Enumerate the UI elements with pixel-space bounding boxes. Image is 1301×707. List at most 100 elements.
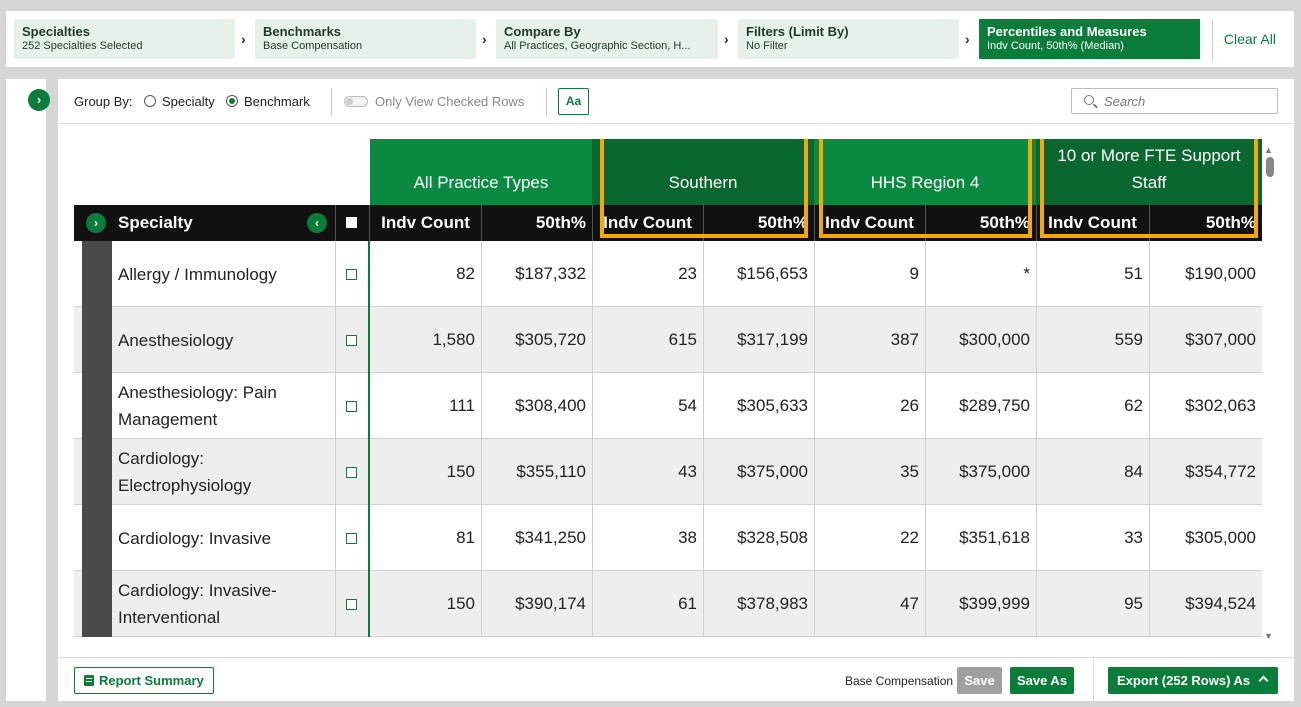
median-cell: $375,000 xyxy=(737,462,808,481)
data-table: All Practice Types Southern HHS Region 4… xyxy=(74,139,1262,644)
indv-count-cell: 35 xyxy=(900,462,919,481)
indv-count-header[interactable]: Indv Count xyxy=(592,205,703,241)
group-by-specialty-label[interactable]: Specialty xyxy=(162,94,215,109)
expand-panel-button[interactable]: › xyxy=(28,89,50,111)
indv-count-cell: 54 xyxy=(678,396,697,415)
indv-count-cell: 38 xyxy=(678,528,697,547)
left-panel: › xyxy=(6,79,50,701)
indv-count-header[interactable]: Indv Count xyxy=(1036,205,1149,241)
row-indicator xyxy=(82,307,112,373)
table-row: Cardiology: Invasive 81 $341,250 38 $328… xyxy=(74,505,1262,571)
indv-count-cell: 62 xyxy=(1124,396,1143,415)
collapse-column-button[interactable]: ‹ xyxy=(307,213,327,233)
row-checkbox[interactable] xyxy=(346,533,357,544)
expand-rows-button[interactable]: › xyxy=(86,213,106,233)
table-toolbar: Group By: Specialty Benchmark Only View … xyxy=(58,79,1294,124)
step-specialties[interactable]: Specialties 252 Specialties Selected xyxy=(14,19,235,59)
indv-count-cell: 9 xyxy=(909,264,919,283)
median-header[interactable]: 50th% xyxy=(1149,205,1262,241)
step-filters[interactable]: Filters (Limit By) No Filter xyxy=(738,19,959,59)
median-cell: $289,750 xyxy=(959,396,1030,415)
font-size-button[interactable]: Aa xyxy=(558,88,589,115)
row-checkbox[interactable] xyxy=(346,401,357,412)
median-header[interactable]: 50th% xyxy=(703,205,814,241)
chevron-left-icon: ‹ xyxy=(315,216,319,230)
column-group-header: Southern xyxy=(592,139,814,205)
step-title: Compare By xyxy=(504,24,581,39)
median-cell: $190,000 xyxy=(1185,264,1256,283)
group-by-benchmark-label[interactable]: Benchmark xyxy=(244,94,310,109)
clear-all-link[interactable]: Clear All xyxy=(1224,31,1276,47)
indv-count-cell: 615 xyxy=(668,330,697,349)
table-header-row: › Specialty ‹ Indv Count 50th% Indv Coun… xyxy=(74,205,1262,241)
indv-count-cell: 95 xyxy=(1124,594,1143,613)
table-row: Anesthesiology: Pain Management 111 $308… xyxy=(74,373,1262,439)
column-group-header: HHS Region 4 xyxy=(814,139,1036,205)
search-box[interactable] xyxy=(1071,88,1278,114)
indv-count-header[interactable]: Indv Count xyxy=(814,205,925,241)
row-indicator xyxy=(82,373,112,439)
chevron-right-icon: › xyxy=(241,31,246,47)
specialty-name: Anesthesiology: Pain Management xyxy=(118,383,277,429)
row-checkbox[interactable] xyxy=(346,335,357,346)
row-checkbox[interactable] xyxy=(346,269,357,280)
benchmark-label: Base Compensation xyxy=(845,674,954,688)
divider xyxy=(546,88,547,116)
chevron-right-icon: › xyxy=(724,31,729,47)
step-compare-by[interactable]: Compare By All Practices, Geographic Sec… xyxy=(496,19,718,59)
table-row: Anesthesiology 1,580 $305,720 615 $317,1… xyxy=(74,307,1262,373)
divider xyxy=(335,373,336,439)
median-cell: $308,400 xyxy=(515,396,586,415)
median-cell: $390,174 xyxy=(515,594,586,613)
median-cell: $305,633 xyxy=(737,396,808,415)
group-by-specialty-radio[interactable] xyxy=(144,95,156,107)
median-header[interactable]: 50th% xyxy=(925,205,1036,241)
main-panel: Group By: Specialty Benchmark Only View … xyxy=(58,79,1294,702)
select-all-checkbox[interactable] xyxy=(346,217,357,228)
step-subtitle: Indv Count, 50th% (Median) xyxy=(987,40,1124,52)
step-subtitle: Base Compensation xyxy=(263,40,363,52)
report-summary-button[interactable]: Report Summary xyxy=(74,667,214,694)
indv-count-cell: 84 xyxy=(1124,462,1143,481)
divider xyxy=(335,571,336,637)
specialty-name: Cardiology: Electrophysiology xyxy=(118,449,252,495)
divider xyxy=(335,241,336,307)
median-header[interactable]: 50th% xyxy=(481,205,592,241)
scroll-down-icon[interactable]: ▼ xyxy=(1264,631,1273,641)
chevron-right-icon: › xyxy=(482,31,487,47)
search-input[interactable] xyxy=(1104,92,1269,110)
median-cell: * xyxy=(1023,264,1030,283)
indv-count-cell: 23 xyxy=(678,264,697,283)
save-as-button[interactable]: Save As xyxy=(1010,667,1074,694)
table-body: Allergy / Immunology 82 $187,332 23 $156… xyxy=(74,241,1262,644)
median-cell: $354,772 xyxy=(1185,462,1256,481)
divider xyxy=(1093,658,1094,702)
group-by-benchmark-radio[interactable] xyxy=(226,95,238,107)
indv-count-cell: 82 xyxy=(456,264,475,283)
only-checked-rows-toggle[interactable] xyxy=(344,96,368,107)
chevron-right-icon: › xyxy=(94,216,98,230)
step-benchmarks[interactable]: Benchmarks Base Compensation xyxy=(255,19,476,59)
scroll-up-icon[interactable]: ▲ xyxy=(1264,145,1273,155)
median-cell: $375,000 xyxy=(959,462,1030,481)
export-label: Export (252 Rows) As xyxy=(1117,673,1251,688)
chevron-right-icon: › xyxy=(965,31,970,47)
indv-count-cell: 22 xyxy=(900,528,919,547)
export-button[interactable]: Export (252 Rows) As xyxy=(1108,667,1278,694)
scrollbar-thumb[interactable] xyxy=(1266,157,1274,177)
median-cell: $156,653 xyxy=(737,264,808,283)
step-title: Percentiles and Measures xyxy=(987,24,1147,39)
indv-count-cell: 111 xyxy=(449,396,475,415)
divider xyxy=(335,505,336,571)
step-percentiles-and-measures[interactable]: Percentiles and Measures Indv Count, 50t… xyxy=(979,19,1200,59)
indv-count-cell: 51 xyxy=(1124,264,1143,283)
specialty-column-header[interactable]: Specialty xyxy=(118,205,298,241)
row-checkbox[interactable] xyxy=(346,467,357,478)
indv-count-cell: 559 xyxy=(1114,330,1143,349)
row-indicator xyxy=(82,571,112,637)
row-checkbox[interactable] xyxy=(346,599,357,610)
indv-count-header[interactable]: Indv Count xyxy=(370,205,481,241)
median-cell: $300,000 xyxy=(959,330,1030,349)
indv-count-cell: 387 xyxy=(890,330,919,349)
save-button[interactable]: Save xyxy=(957,667,1002,694)
